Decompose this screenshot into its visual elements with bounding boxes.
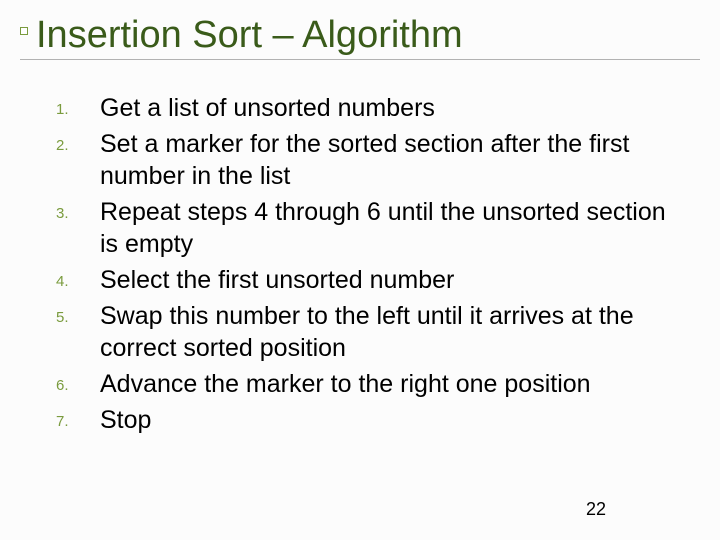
step-number: 1. <box>56 92 100 118</box>
step-number: 4. <box>56 264 100 290</box>
step-number: 7. <box>56 404 100 430</box>
step-text: Select the first unsorted number <box>100 264 454 296</box>
step-text: Swap this number to the left until it ar… <box>100 300 672 364</box>
step-text: Advance the marker to the right one posi… <box>100 368 591 400</box>
step-number: 6. <box>56 368 100 394</box>
step-text: Repeat steps 4 through 6 until the unsor… <box>100 196 672 260</box>
slide-title: Insertion Sort – Algorithm <box>36 14 463 57</box>
list-item: 1. Get a list of unsorted numbers <box>56 92 672 124</box>
step-number: 3. <box>56 196 100 222</box>
step-text: Stop <box>100 404 151 436</box>
step-text: Set a marker for the sorted section afte… <box>100 128 672 192</box>
list-item: 2. Set a marker for the sorted section a… <box>56 128 672 192</box>
list-item: 4. Select the first unsorted number <box>56 264 672 296</box>
title-wrap: Insertion Sort – Algorithm <box>20 14 700 60</box>
steps-list: 1. Get a list of unsorted numbers 2. Set… <box>56 92 672 436</box>
list-item: 6. Advance the marker to the right one p… <box>56 368 672 400</box>
slide: Insertion Sort – Algorithm 1. Get a list… <box>20 14 700 526</box>
page-number: 22 <box>586 499 606 520</box>
title-bullet-icon <box>20 27 28 35</box>
step-text: Get a list of unsorted numbers <box>100 92 435 124</box>
list-item: 7. Stop <box>56 404 672 436</box>
step-number: 2. <box>56 128 100 154</box>
list-item: 3. Repeat steps 4 through 6 until the un… <box>56 196 672 260</box>
step-number: 5. <box>56 300 100 326</box>
list-item: 5. Swap this number to the left until it… <box>56 300 672 364</box>
